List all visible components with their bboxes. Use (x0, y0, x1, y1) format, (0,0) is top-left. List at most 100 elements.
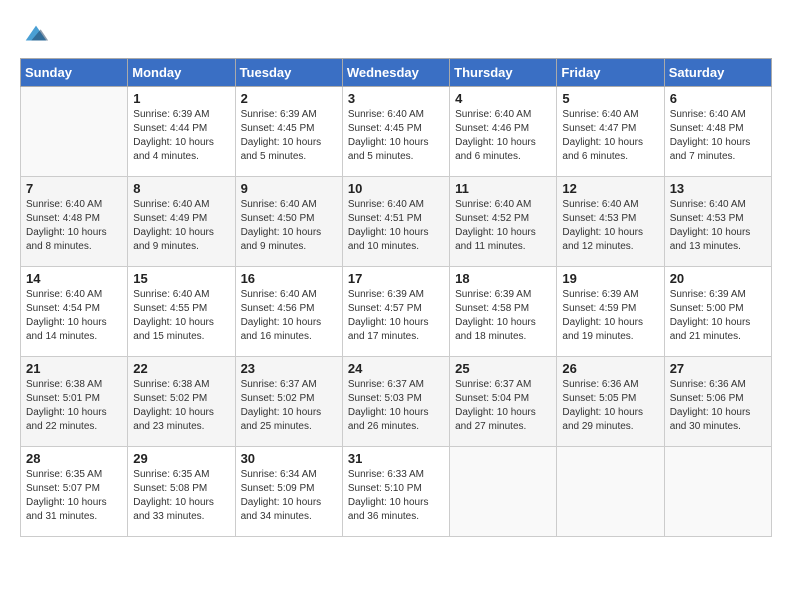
day-info: Sunrise: 6:39 AM Sunset: 4:59 PM Dayligh… (562, 288, 658, 344)
day-info: Sunrise: 6:40 AM Sunset: 4:50 PM Dayligh… (241, 198, 337, 254)
day-number: 27 (670, 361, 766, 376)
calendar-cell: 18 Sunrise: 6:39 AM Sunset: 4:58 PM Dayli… (450, 267, 557, 357)
calendar-week-row: 14 Sunrise: 6:40 AM Sunset: 4:54 PM Dayli… (21, 267, 772, 357)
calendar-cell: 7 Sunrise: 6:40 AM Sunset: 4:48 PM Daylig… (21, 177, 128, 267)
day-number: 15 (133, 271, 229, 286)
calendar-cell (21, 87, 128, 177)
day-number: 21 (26, 361, 122, 376)
day-info: Sunrise: 6:40 AM Sunset: 4:55 PM Dayligh… (133, 288, 229, 344)
day-info: Sunrise: 6:40 AM Sunset: 4:52 PM Dayligh… (455, 198, 551, 254)
day-number: 19 (562, 271, 658, 286)
day-info: Sunrise: 6:40 AM Sunset: 4:45 PM Dayligh… (348, 108, 444, 164)
day-info: Sunrise: 6:39 AM Sunset: 4:44 PM Dayligh… (133, 108, 229, 164)
day-number: 17 (348, 271, 444, 286)
calendar-week-row: 21Sunrise: 6:38 AM Sunset: 5:01 PM Dayli… (21, 357, 772, 447)
calendar-cell: 25Sunrise: 6:37 AM Sunset: 5:04 PM Dayli… (450, 357, 557, 447)
day-number: 9 (241, 181, 337, 196)
day-number: 24 (348, 361, 444, 376)
weekday-header-friday: Friday (557, 59, 664, 87)
day-info: Sunrise: 6:39 AM Sunset: 4:57 PM Dayligh… (348, 288, 444, 344)
day-number: 28 (26, 451, 122, 466)
day-info: Sunrise: 6:33 AM Sunset: 5:10 PM Dayligh… (348, 468, 444, 524)
calendar-week-row: 1 Sunrise: 6:39 AM Sunset: 4:44 PM Daylig… (21, 87, 772, 177)
day-info: Sunrise: 6:37 AM Sunset: 5:02 PM Dayligh… (241, 378, 337, 434)
calendar-header: SundayMondayTuesdayWednesdayThursdayFrid… (21, 59, 772, 87)
calendar-cell: 11 Sunrise: 6:40 AM Sunset: 4:52 PM Dayli… (450, 177, 557, 267)
calendar-cell: 9 Sunrise: 6:40 AM Sunset: 4:50 PM Daylig… (235, 177, 342, 267)
day-number: 23 (241, 361, 337, 376)
day-number: 18 (455, 271, 551, 286)
day-info: Sunrise: 6:40 AM Sunset: 4:46 PM Dayligh… (455, 108, 551, 164)
day-info: Sunrise: 6:40 AM Sunset: 4:48 PM Dayligh… (26, 198, 122, 254)
weekday-header-wednesday: Wednesday (342, 59, 449, 87)
calendar-cell: 17 Sunrise: 6:39 AM Sunset: 4:57 PM Dayli… (342, 267, 449, 357)
day-info: Sunrise: 6:40 AM Sunset: 4:53 PM Dayligh… (562, 198, 658, 254)
day-info: Sunrise: 6:34 AM Sunset: 5:09 PM Dayligh… (241, 468, 337, 524)
day-info: Sunrise: 6:36 AM Sunset: 5:05 PM Dayligh… (562, 378, 658, 434)
calendar-table: SundayMondayTuesdayWednesdayThursdayFrid… (20, 58, 772, 537)
calendar-cell: 6 Sunrise: 6:40 AM Sunset: 4:48 PM Daylig… (664, 87, 771, 177)
calendar-cell: 29 Sunrise: 6:35 AM Sunset: 5:08 PM Dayli… (128, 447, 235, 537)
weekday-header-tuesday: Tuesday (235, 59, 342, 87)
logo-text (20, 20, 50, 48)
calendar-cell: 5Sunrise: 6:40 AM Sunset: 4:47 PM Daylig… (557, 87, 664, 177)
day-number: 31 (348, 451, 444, 466)
logo (20, 20, 50, 48)
weekday-header-sunday: Sunday (21, 59, 128, 87)
day-info: Sunrise: 6:38 AM Sunset: 5:02 PM Dayligh… (133, 378, 229, 434)
calendar-cell: 8Sunrise: 6:40 AM Sunset: 4:49 PM Daylig… (128, 177, 235, 267)
day-info: Sunrise: 6:40 AM Sunset: 4:47 PM Dayligh… (562, 108, 658, 164)
day-info: Sunrise: 6:39 AM Sunset: 4:45 PM Dayligh… (241, 108, 337, 164)
calendar-cell (664, 447, 771, 537)
day-number: 1 (133, 91, 229, 106)
day-number: 4 (455, 91, 551, 106)
page-header (20, 20, 772, 48)
calendar-cell: 21Sunrise: 6:38 AM Sunset: 5:01 PM Dayli… (21, 357, 128, 447)
calendar-week-row: 7 Sunrise: 6:40 AM Sunset: 4:48 PM Daylig… (21, 177, 772, 267)
calendar-cell: 19 Sunrise: 6:39 AM Sunset: 4:59 PM Dayli… (557, 267, 664, 357)
day-info: Sunrise: 6:39 AM Sunset: 5:00 PM Dayligh… (670, 288, 766, 344)
calendar-cell: 27 Sunrise: 6:36 AM Sunset: 5:06 PM Dayli… (664, 357, 771, 447)
day-number: 14 (26, 271, 122, 286)
day-number: 22 (133, 361, 229, 376)
calendar-cell: 28 Sunrise: 6:35 AM Sunset: 5:07 PM Dayli… (21, 447, 128, 537)
day-number: 13 (670, 181, 766, 196)
day-number: 12 (562, 181, 658, 196)
day-number: 2 (241, 91, 337, 106)
day-number: 20 (670, 271, 766, 286)
day-number: 6 (670, 91, 766, 106)
day-number: 11 (455, 181, 551, 196)
day-info: Sunrise: 6:39 AM Sunset: 4:58 PM Dayligh… (455, 288, 551, 344)
calendar-cell: 13Sunrise: 6:40 AM Sunset: 4:53 PM Dayli… (664, 177, 771, 267)
day-number: 3 (348, 91, 444, 106)
calendar-cell: 23 Sunrise: 6:37 AM Sunset: 5:02 PM Dayli… (235, 357, 342, 447)
calendar-week-row: 28 Sunrise: 6:35 AM Sunset: 5:07 PM Dayli… (21, 447, 772, 537)
day-number: 10 (348, 181, 444, 196)
calendar-cell: 15 Sunrise: 6:40 AM Sunset: 4:55 PM Dayli… (128, 267, 235, 357)
day-info: Sunrise: 6:40 AM Sunset: 4:54 PM Dayligh… (26, 288, 122, 344)
weekday-header-thursday: Thursday (450, 59, 557, 87)
day-info: Sunrise: 6:40 AM Sunset: 4:48 PM Dayligh… (670, 108, 766, 164)
weekday-header-monday: Monday (128, 59, 235, 87)
calendar-cell: 3 Sunrise: 6:40 AM Sunset: 4:45 PM Daylig… (342, 87, 449, 177)
calendar-cell: 24Sunrise: 6:37 AM Sunset: 5:03 PM Dayli… (342, 357, 449, 447)
calendar-cell: 20 Sunrise: 6:39 AM Sunset: 5:00 PM Dayli… (664, 267, 771, 357)
day-number: 30 (241, 451, 337, 466)
day-number: 8 (133, 181, 229, 196)
day-info: Sunrise: 6:35 AM Sunset: 5:07 PM Dayligh… (26, 468, 122, 524)
day-number: 16 (241, 271, 337, 286)
day-info: Sunrise: 6:36 AM Sunset: 5:06 PM Dayligh… (670, 378, 766, 434)
day-number: 26 (562, 361, 658, 376)
day-info: Sunrise: 6:40 AM Sunset: 4:56 PM Dayligh… (241, 288, 337, 344)
day-number: 29 (133, 451, 229, 466)
calendar-body: 1 Sunrise: 6:39 AM Sunset: 4:44 PM Daylig… (21, 87, 772, 537)
calendar-cell: 4 Sunrise: 6:40 AM Sunset: 4:46 PM Daylig… (450, 87, 557, 177)
calendar-cell: 22 Sunrise: 6:38 AM Sunset: 5:02 PM Dayli… (128, 357, 235, 447)
calendar-cell: 26 Sunrise: 6:36 AM Sunset: 5:05 PM Dayli… (557, 357, 664, 447)
calendar-cell: 16 Sunrise: 6:40 AM Sunset: 4:56 PM Dayli… (235, 267, 342, 357)
calendar-cell: 1 Sunrise: 6:39 AM Sunset: 4:44 PM Daylig… (128, 87, 235, 177)
day-number: 7 (26, 181, 122, 196)
day-info: Sunrise: 6:35 AM Sunset: 5:08 PM Dayligh… (133, 468, 229, 524)
calendar-cell: 2 Sunrise: 6:39 AM Sunset: 4:45 PM Daylig… (235, 87, 342, 177)
calendar-cell: 30 Sunrise: 6:34 AM Sunset: 5:09 PM Dayli… (235, 447, 342, 537)
